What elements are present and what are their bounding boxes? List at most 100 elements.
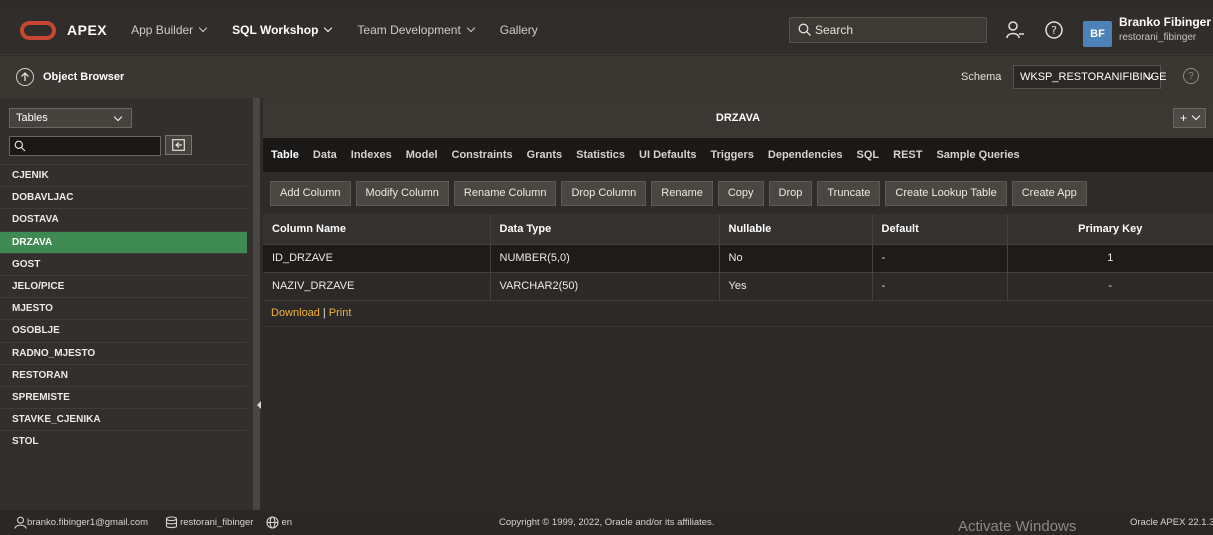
- header-primary-key[interactable]: Primary Key: [1007, 214, 1213, 245]
- add-column-button[interactable]: Add Column: [270, 180, 351, 206]
- list-item[interactable]: CJENIK: [0, 164, 247, 186]
- rename-column-button[interactable]: Rename Column: [453, 180, 557, 206]
- tab-indexes[interactable]: Indexes: [351, 149, 392, 161]
- table-title-bar: DRZAVA +: [263, 98, 1213, 138]
- search-input[interactable]: Search: [789, 17, 987, 43]
- plus-icon: +: [1179, 111, 1187, 125]
- header-default[interactable]: Default: [872, 214, 1008, 245]
- drop-column-button[interactable]: Drop Column: [561, 180, 647, 206]
- tab-ui-defaults[interactable]: UI Defaults: [639, 149, 696, 161]
- table-cell: -: [872, 244, 1008, 273]
- footer-email: branko.fibinger1@gmail.com: [27, 517, 149, 528]
- schema-value: WKSP_RESTORANIFIBINGE: [1020, 71, 1167, 83]
- footer-user[interactable]: branko.fibinger1@gmail.com: [14, 516, 148, 529]
- table-cell: No: [719, 244, 873, 273]
- tab-sample-queries[interactable]: Sample Queries: [936, 149, 1019, 161]
- user-schema: restorani_fibinger: [1119, 32, 1197, 43]
- panel-splitter[interactable]: [253, 98, 260, 510]
- tab-data[interactable]: Data: [313, 149, 337, 161]
- copyright-text: Copyright © 1999, 2022, Oracle and/or it…: [499, 517, 715, 528]
- list-item[interactable]: DOSTAVA: [0, 208, 247, 230]
- search-placeholder: Search: [815, 23, 854, 37]
- tab-rest[interactable]: REST: [893, 149, 922, 161]
- user-icon: [14, 516, 27, 529]
- table-header-row: Column Name Data Type Nullable Default P…: [263, 214, 1213, 245]
- filter-options-button[interactable]: [165, 135, 192, 155]
- object-tabs: Table Data Indexes Model Constraints Gra…: [263, 138, 1213, 172]
- header-data-type[interactable]: Data Type: [490, 214, 720, 245]
- nav-gallery[interactable]: Gallery: [500, 23, 538, 37]
- tab-grants[interactable]: Grants: [527, 149, 562, 161]
- table-cell: Yes: [719, 272, 873, 301]
- nav-sql-workshop-label: SQL Workshop: [232, 23, 319, 37]
- tab-statistics[interactable]: Statistics: [576, 149, 625, 161]
- modify-column-button[interactable]: Modify Column: [355, 180, 449, 206]
- copy-button[interactable]: Copy: [717, 180, 764, 206]
- rename-button[interactable]: Rename: [651, 180, 713, 206]
- list-item[interactable]: STOL: [0, 430, 247, 452]
- create-lookup-table-button[interactable]: Create Lookup Table: [885, 180, 1007, 206]
- top-bar: APEX App Builder SQL Workshop Team Devel…: [0, 6, 1213, 55]
- search-icon: [798, 23, 811, 36]
- tab-sql[interactable]: SQL: [857, 149, 880, 161]
- header-column-name[interactable]: Column Name: [263, 214, 491, 245]
- list-item[interactable]: GOST: [0, 252, 247, 275]
- truncate-button[interactable]: Truncate: [817, 180, 881, 206]
- chevron-down-icon: [1191, 111, 1201, 121]
- table-toolbar: Add Column Modify Column Rename Column D…: [263, 172, 1213, 214]
- tab-model[interactable]: Model: [406, 149, 438, 161]
- nav-team-development-label: Team Development: [357, 23, 461, 37]
- navigate-up-button[interactable]: [16, 68, 34, 86]
- chevron-down-icon: [113, 112, 123, 122]
- chevron-down-icon: [466, 23, 476, 33]
- download-link[interactable]: Download: [271, 307, 320, 319]
- windows-activation-watermark: Activate Windows: [958, 518, 1077, 535]
- tables-list: CJENIK DOBAVLJAC DOSTAVA DRZAVA GOST JEL…: [0, 164, 247, 452]
- footer-language[interactable]: en: [266, 516, 292, 529]
- nav-team-development[interactable]: Team Development: [357, 23, 476, 37]
- collapse-arrow-icon[interactable]: [257, 401, 261, 409]
- tab-constraints[interactable]: Constraints: [452, 149, 513, 161]
- footer-workspace[interactable]: restorani_fibinger: [165, 516, 253, 529]
- user-name[interactable]: Branko Fibinger: [1119, 15, 1211, 29]
- list-item[interactable]: SPREMISTE: [0, 385, 247, 408]
- create-object-button[interactable]: +: [1173, 108, 1206, 128]
- tab-table[interactable]: Table: [271, 149, 299, 161]
- list-item[interactable]: STAVKE_CJENIKA: [0, 408, 247, 430]
- search-icon: [14, 140, 26, 152]
- list-item-selected[interactable]: DRZAVA: [0, 230, 247, 253]
- header-nullable[interactable]: Nullable: [719, 214, 873, 245]
- table-row: NAZIV_DRZAVE VARCHAR2(50) Yes - -: [263, 272, 1213, 301]
- apex-brand[interactable]: APEX: [67, 22, 107, 38]
- list-item[interactable]: JELO/PICE: [0, 274, 247, 297]
- help-icon[interactable]: ?: [1044, 20, 1064, 40]
- oracle-logo-icon[interactable]: [20, 20, 56, 40]
- database-icon: [166, 516, 178, 529]
- list-item[interactable]: MJESTO: [0, 297, 247, 319]
- tab-triggers[interactable]: Triggers: [711, 149, 754, 161]
- nav-sql-workshop[interactable]: SQL Workshop: [232, 23, 333, 37]
- avatar[interactable]: BF: [1083, 21, 1112, 47]
- tab-dependencies[interactable]: Dependencies: [768, 149, 843, 161]
- page-title: Object Browser: [43, 71, 125, 83]
- svg-text:?: ?: [1051, 24, 1057, 37]
- list-item[interactable]: OSOBLJE: [0, 319, 247, 341]
- list-item[interactable]: RADNO_MJESTO: [0, 341, 247, 364]
- schema-help-icon[interactable]: ?: [1183, 68, 1199, 84]
- list-item[interactable]: RESTORAN: [0, 363, 247, 386]
- footer: branko.fibinger1@gmail.com restorani_fib…: [0, 510, 1213, 535]
- footer-workspace-name: restorani_fibinger: [180, 517, 254, 528]
- table-cell: -: [872, 272, 1008, 301]
- object-filter-input[interactable]: [9, 136, 161, 156]
- nav-app-builder[interactable]: App Builder: [131, 23, 208, 37]
- user-activity-icon[interactable]: [1005, 20, 1025, 40]
- list-item[interactable]: DOBAVLJAC: [0, 186, 247, 208]
- schema-select[interactable]: WKSP_RESTORANIFIBINGE: [1013, 65, 1167, 89]
- object-type-select[interactable]: Tables: [9, 108, 132, 128]
- report-links: Download | Print: [263, 301, 1213, 327]
- footer-language-code: en: [281, 517, 293, 528]
- table-cell: VARCHAR2(50): [490, 272, 720, 301]
- create-app-button[interactable]: Create App: [1011, 180, 1087, 206]
- drop-button[interactable]: Drop: [768, 180, 813, 206]
- print-link[interactable]: Print: [329, 307, 352, 319]
